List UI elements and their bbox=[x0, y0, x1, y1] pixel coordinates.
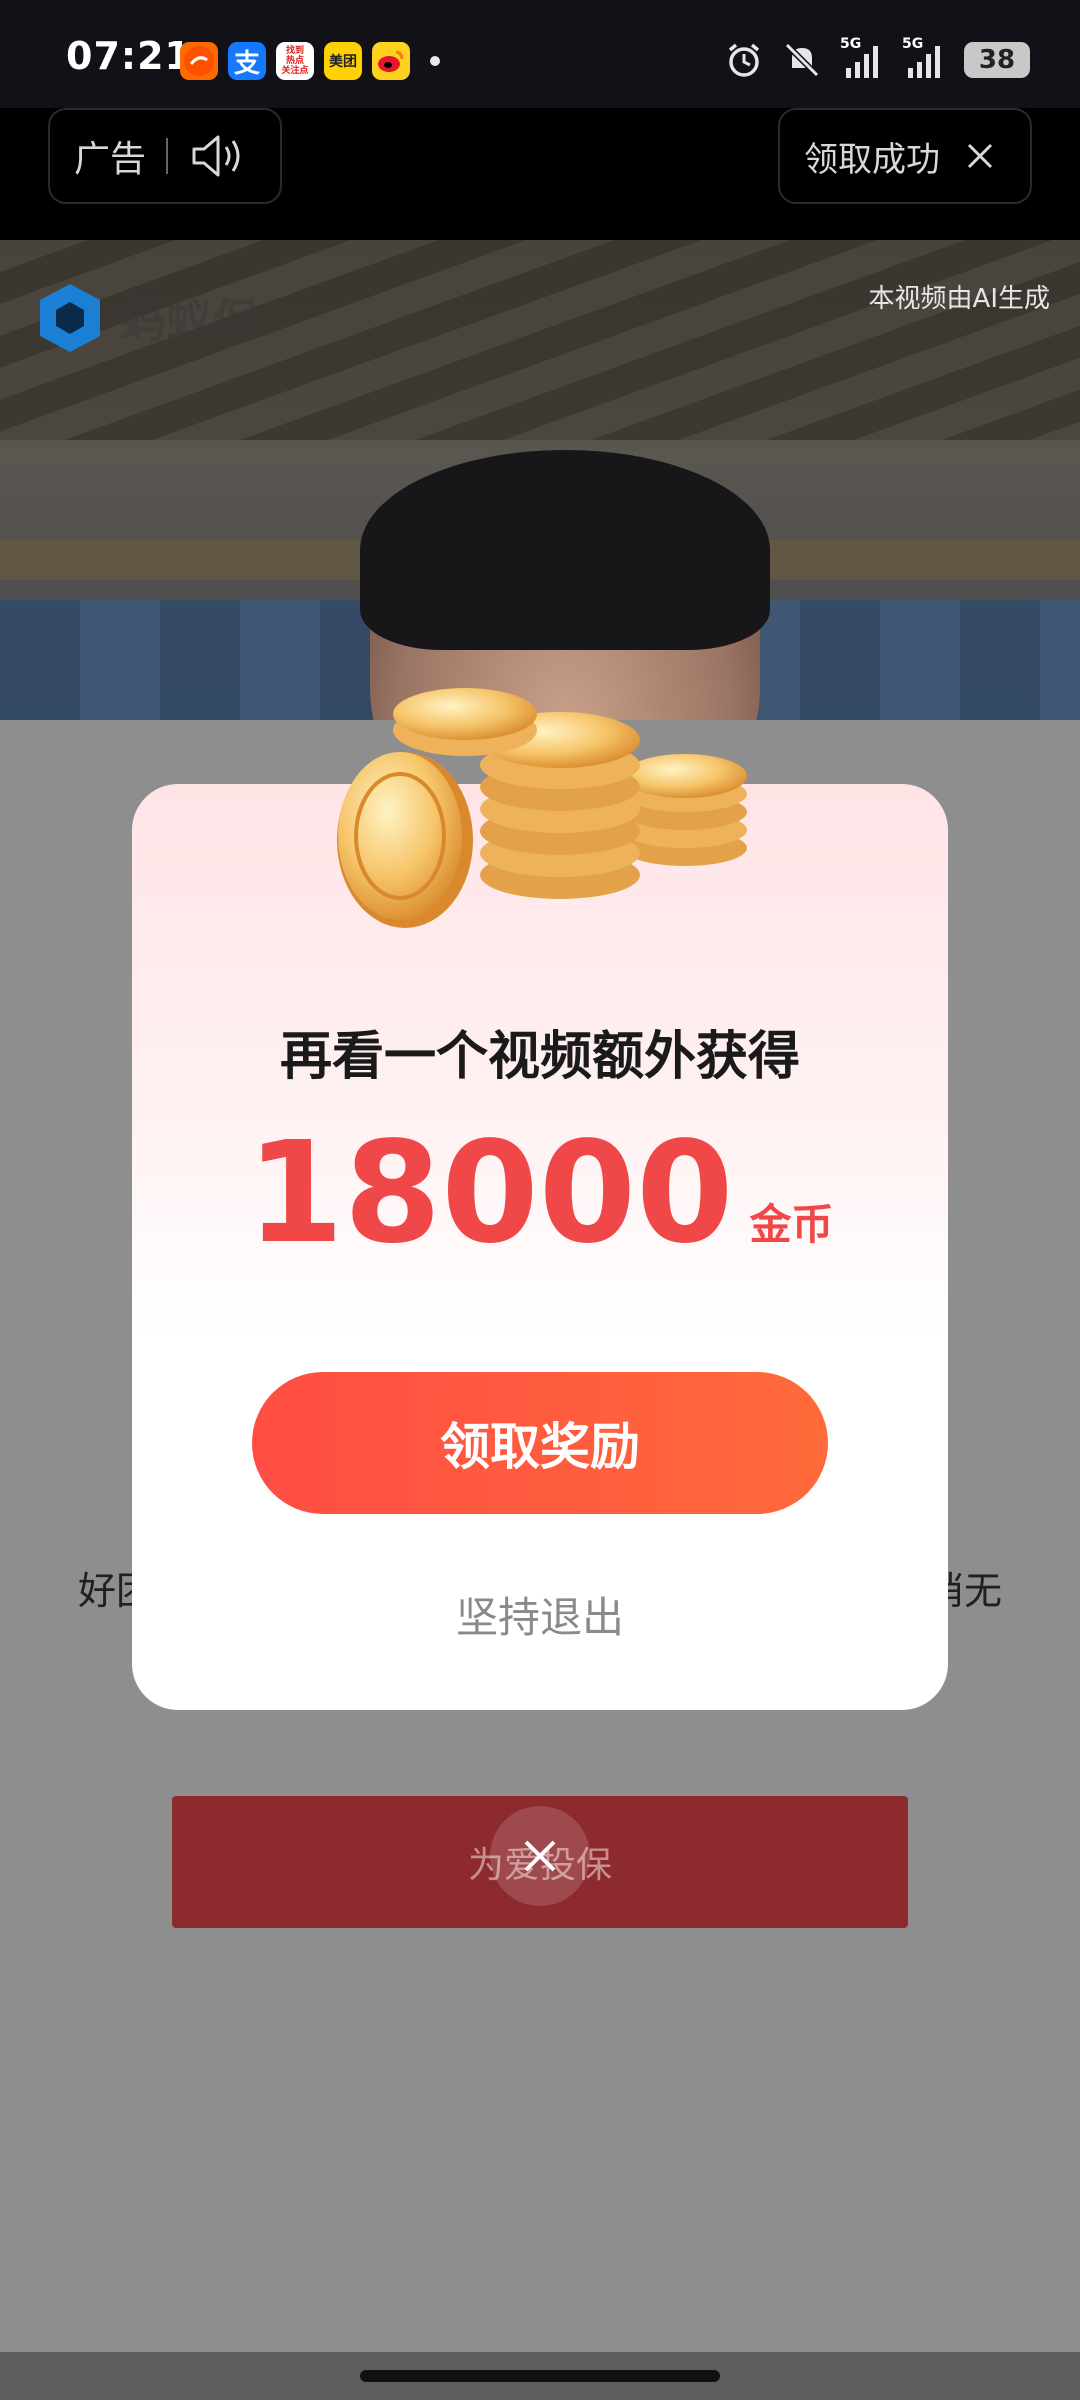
reward-amount-value: 18000 bbox=[246, 1112, 734, 1275]
dismiss-dialog-button[interactable] bbox=[490, 1806, 590, 1906]
video-person-hair bbox=[360, 450, 770, 650]
reward-amount: 18000 金币 bbox=[132, 1124, 948, 1264]
reward-amount-unit: 金币 bbox=[749, 1200, 834, 1249]
gold-coins-icon bbox=[337, 688, 747, 928]
reward-label: 领取成功 bbox=[804, 139, 940, 180]
alarm-icon bbox=[728, 43, 760, 77]
news-app-icon: 找到 热点 关注点 bbox=[276, 42, 314, 80]
claim-reward-button[interactable]: 领取奖励 bbox=[252, 1372, 828, 1514]
chip-divider bbox=[166, 138, 169, 174]
meituan-icon: 美团 bbox=[324, 42, 362, 80]
close-icon[interactable] bbox=[966, 142, 994, 170]
coin-stack-back bbox=[393, 688, 537, 756]
reward-claimed-chip[interactable]: 领取成功 bbox=[778, 108, 1032, 204]
close-icon bbox=[524, 1840, 556, 1872]
system-indicators: 5G 5G 38 bbox=[724, 36, 1030, 80]
signal-icon-1: 5G bbox=[840, 36, 884, 80]
more-notifications-dot bbox=[430, 56, 440, 66]
speaker-icon[interactable] bbox=[188, 131, 244, 181]
signal-icon-2: 5G bbox=[902, 36, 946, 80]
home-gesture-handle[interactable] bbox=[360, 2370, 720, 2382]
weibo-icon bbox=[372, 42, 410, 80]
insist-exit-link[interactable]: 坚持退出 bbox=[132, 1584, 948, 1645]
ant-insurance-logo-icon bbox=[40, 284, 100, 352]
ad-chip: 广告 bbox=[48, 108, 282, 204]
ad-label: 广告 bbox=[74, 139, 147, 180]
battery-indicator: 38 bbox=[964, 42, 1030, 78]
mute-icon bbox=[784, 42, 820, 78]
advertiser-logo-text: 蚂蚁保 bbox=[120, 294, 258, 348]
ad-top-bar: 广告 领取成功 bbox=[0, 108, 1080, 240]
clock: 07:21 bbox=[66, 34, 192, 78]
advertiser-logo: 蚂蚁保 bbox=[30, 278, 258, 358]
screen: 07:21 支 找到 热点 关注点 美团 5G 5G 38 广告 领取成功 蚂蚁… bbox=[0, 0, 1080, 2400]
coin-front bbox=[337, 752, 473, 928]
dialog-title: 再看一个视频额外获得 bbox=[279, 1027, 800, 1087]
notification-icons: 支 找到 热点 关注点 美团 bbox=[180, 42, 440, 80]
taobao-icon bbox=[180, 42, 218, 80]
coin-stack-right bbox=[623, 754, 747, 866]
status-bar: 07:21 支 找到 热点 关注点 美团 5G 5G 38 bbox=[0, 0, 1080, 108]
ad-video[interactable]: 蚂蚁保 本视频由AI生成 bbox=[0, 240, 1080, 720]
ai-generated-note: 本视频由AI生成 bbox=[868, 284, 1050, 314]
navigation-bar bbox=[0, 2352, 1080, 2400]
alipay-icon: 支 bbox=[228, 42, 266, 80]
